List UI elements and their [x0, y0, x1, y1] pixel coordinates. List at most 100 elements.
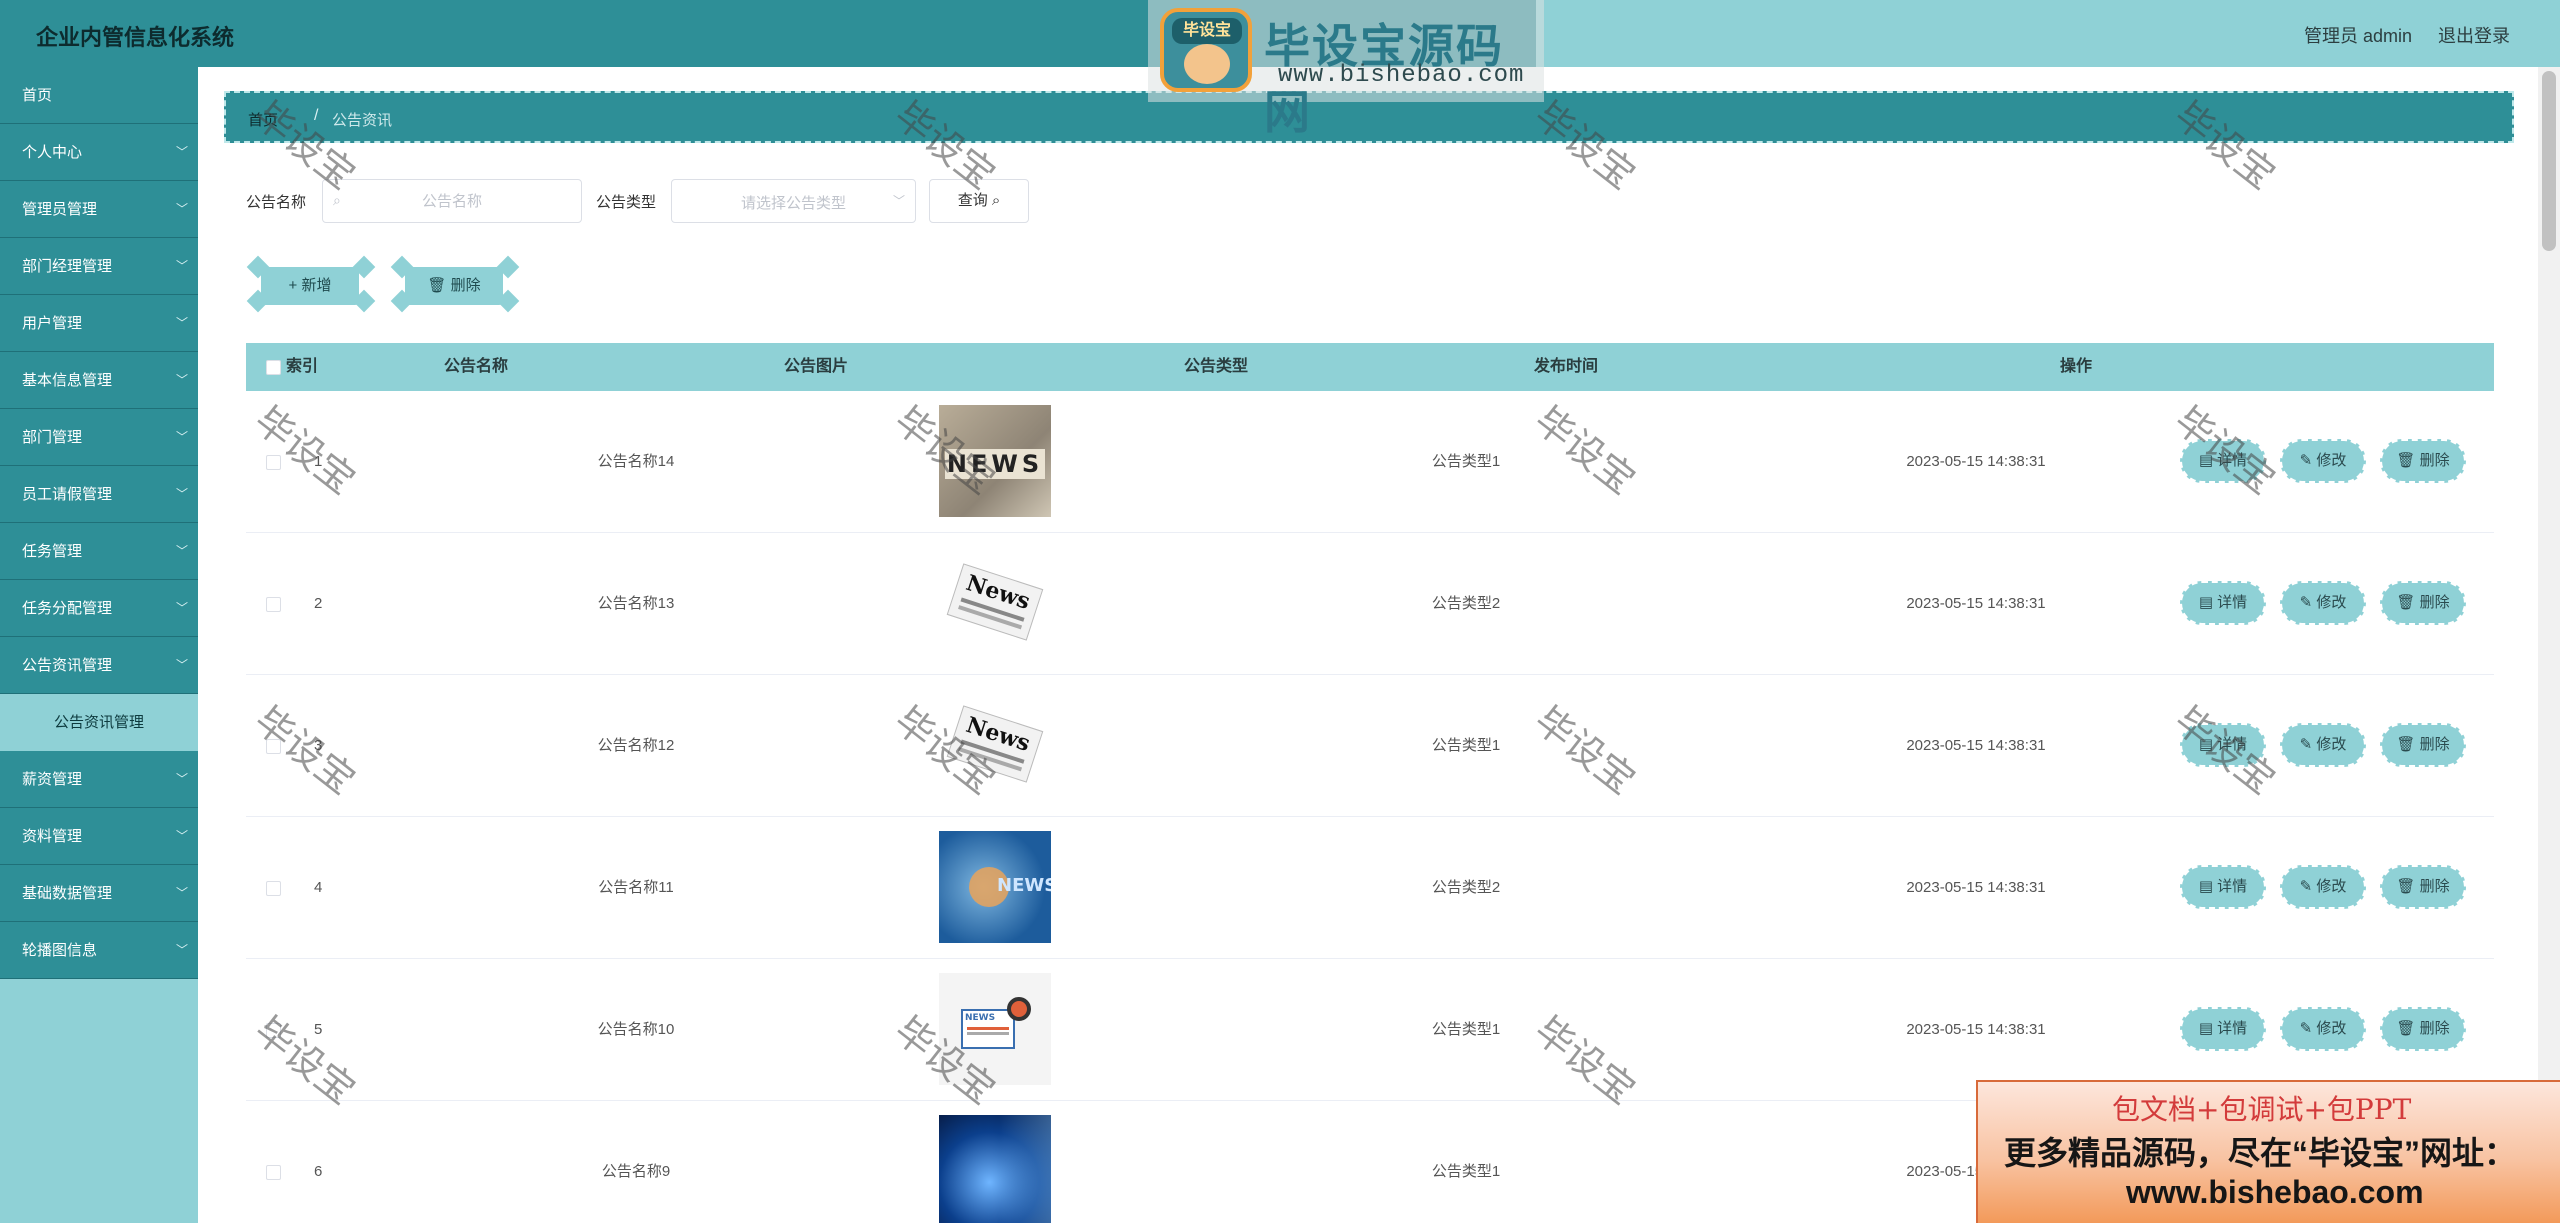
chevron-down-icon: ﹀ — [892, 194, 905, 208]
edit-button-label: 修改 — [2316, 1020, 2347, 1037]
delete-button[interactable]: 🗑 删除 — [2380, 1007, 2466, 1051]
edit-button[interactable]: ✎ 修改 — [2280, 723, 2366, 767]
breadcrumb-separator: / — [314, 107, 319, 124]
column-header: 操作 — [2059, 358, 2092, 375]
chevron-down-icon: ﹀ — [175, 259, 188, 273]
detail-button[interactable]: ▤ 详情 — [2180, 723, 2266, 767]
sidebar-item-label: 资料管理 — [22, 828, 83, 845]
sidebar-item-label: 公告资讯管理 — [22, 657, 113, 674]
detail-button[interactable]: ▤ 详情 — [2180, 439, 2266, 483]
column-header: 公告类型 — [1183, 358, 1248, 375]
batch-delete-button[interactable]: 🗑 删除 — [390, 255, 520, 313]
pencil-icon: ✎ — [2299, 736, 2317, 753]
logout-link[interactable]: 退出登录 — [2438, 22, 2510, 48]
type-filter-select[interactable]: 请选择公告类型 ﹀ — [671, 179, 916, 223]
cell-type: 公告类型1 — [1431, 737, 1501, 754]
app-title: 企业内管信息化系统 — [36, 25, 235, 50]
sidebar-item-label: 首页 — [22, 87, 53, 104]
sidebar-item-label: 薪资管理 — [22, 771, 83, 788]
column-header: 公告名称 — [443, 358, 508, 375]
cell-type: 公告类型2 — [1431, 879, 1501, 896]
delete-button[interactable]: 🗑 删除 — [2380, 723, 2466, 767]
query-button[interactable]: 查询 ⌕ — [929, 179, 1029, 223]
cell-name: 公告名称10 — [597, 1021, 675, 1038]
sidebar-item[interactable]: 资料管理 ﹀ — [0, 808, 198, 865]
sidebar-item[interactable]: 轮播图信息 ﹀ — [0, 922, 198, 979]
trash-icon: 🗑 — [2396, 878, 2420, 895]
document-icon: ▤ — [2198, 1020, 2218, 1037]
chevron-down-icon: ﹀ — [175, 601, 188, 615]
sidebar-item[interactable]: 任务管理 ﹀ — [0, 523, 198, 580]
chevron-down-icon: ﹀ — [175, 943, 188, 957]
row-checkbox[interactable] — [266, 881, 281, 896]
edit-button[interactable]: ✎ 修改 — [2280, 865, 2366, 909]
edit-button[interactable]: ✎ 修改 — [2280, 439, 2366, 483]
sidebar-subitem-active[interactable]: 公告资讯管理 — [0, 694, 198, 751]
sidebar-item[interactable]: 用户管理 ﹀ — [0, 295, 198, 352]
cell-time: 2023-05-15 14:38:31 — [1906, 879, 2046, 896]
document-icon: ▤ — [2198, 452, 2218, 469]
name-filter-input[interactable] — [323, 180, 581, 222]
sidebar-item[interactable]: 首页 — [0, 67, 198, 124]
row-actions: ▤ 详情 ✎ 修改 🗑 删除 — [2180, 865, 2470, 909]
breadcrumb-home[interactable]: 首页 — [248, 109, 278, 130]
chevron-down-icon: ﹀ — [175, 544, 188, 558]
table-row: 3 公告名称12 公告类型1 2023-05-15 14:38:31 News ▤ 详情 ✎… — [246, 675, 2494, 817]
delete-button[interactable]: 🗑 删除 — [2380, 439, 2466, 483]
sidebar-item[interactable]: 部门经理管理 ﹀ — [0, 238, 198, 295]
promo-line-1: 包文档+包调试+包PPT — [2112, 1093, 2412, 1126]
mascot-face — [1184, 44, 1230, 84]
cell-index: 5 — [314, 1021, 323, 1038]
add-button[interactable]: + 新增 — [246, 255, 376, 313]
cell-index: 4 — [314, 879, 323, 896]
mascot-icon: 毕设宝 — [1160, 8, 1252, 92]
detail-button-label: 详情 — [2217, 1020, 2248, 1037]
name-filter-input-wrap: ⌕ — [322, 179, 582, 223]
detail-button[interactable]: ▤ 详情 — [2180, 1007, 2266, 1051]
scrollbar-thumb[interactable] — [2542, 71, 2556, 251]
pencil-icon: ✎ — [2299, 594, 2317, 611]
row-actions: ▤ 详情 ✎ 修改 🗑 删除 — [2180, 581, 2470, 625]
table-row: 4 公告名称11 公告类型2 2023-05-15 14:38:31 NEWS ▤ 详情 ✎… — [246, 817, 2494, 959]
table-row: 2 公告名称13 公告类型2 2023-05-15 14:38:31 News ▤ 详情 ✎… — [246, 533, 2494, 675]
detail-button[interactable]: ▤ 详情 — [2180, 581, 2266, 625]
delete-button[interactable]: 🗑 删除 — [2380, 865, 2466, 909]
sidebar-item-label: 管理员管理 — [22, 201, 98, 218]
sidebar-item[interactable]: 个人中心 ﹀ — [0, 124, 198, 181]
delete-button[interactable]: 🗑 删除 — [2380, 581, 2466, 625]
sidebar-item[interactable]: 管理员管理 ﹀ — [0, 181, 198, 238]
cell-name: 公告名称14 — [597, 453, 675, 470]
sidebar-item[interactable]: 员工请假管理 ﹀ — [0, 466, 198, 523]
cell-index: 2 — [314, 595, 323, 612]
sidebar-item[interactable]: 基础数据管理 ﹀ — [0, 865, 198, 922]
row-checkbox[interactable] — [266, 455, 281, 470]
delete-button-label: 删除 — [2419, 452, 2450, 469]
row-checkbox[interactable] — [266, 1165, 281, 1180]
delete-button-label: 删除 — [2419, 878, 2450, 895]
search-icon: ⌕ — [991, 192, 1001, 209]
cell-name: 公告名称11 — [598, 879, 674, 896]
row-checkbox[interactable] — [266, 1023, 281, 1038]
edit-button[interactable]: ✎ 修改 — [2280, 581, 2366, 625]
sidebar-item[interactable]: 薪资管理 ﹀ — [0, 751, 198, 808]
row-actions: ▤ 详情 ✎ 修改 🗑 删除 — [2180, 439, 2470, 483]
sidebar-item[interactable]: 部门管理 ﹀ — [0, 409, 198, 466]
row-checkbox[interactable] — [266, 739, 281, 754]
edit-button[interactable]: ✎ 修改 — [2280, 1007, 2366, 1051]
document-icon: ▤ — [2198, 594, 2218, 611]
pencil-icon: ✎ — [2299, 452, 2317, 469]
row-actions: ▤ 详情 ✎ 修改 🗑 删除 — [2180, 1007, 2470, 1051]
sidebar-item[interactable]: 任务分配管理 ﹀ — [0, 580, 198, 637]
main-content: 首页 / 公告资讯 公告名称 ⌕ 公告类型 请选择公告类型 ﹀ 查询 ⌕ + 新… — [198, 67, 2538, 1223]
page-scrollbar[interactable] — [2538, 67, 2560, 1223]
sidebar-item[interactable]: 基本信息管理 ﹀ — [0, 352, 198, 409]
detail-button-label: 详情 — [2217, 594, 2248, 611]
type-filter-label: 公告类型 — [596, 194, 657, 211]
row-checkbox[interactable] — [266, 597, 281, 612]
cell-index: 3 — [314, 737, 323, 754]
sidebar-item[interactable]: 公告资讯管理 ﹀ — [0, 637, 198, 694]
watermark-logo: 毕设宝 毕设宝源码网 www.bishebao.com — [1148, 0, 1544, 138]
select-all-checkbox[interactable] — [266, 360, 281, 375]
add-button-label: + 新增 — [261, 267, 359, 305]
detail-button[interactable]: ▤ 详情 — [2180, 865, 2266, 909]
